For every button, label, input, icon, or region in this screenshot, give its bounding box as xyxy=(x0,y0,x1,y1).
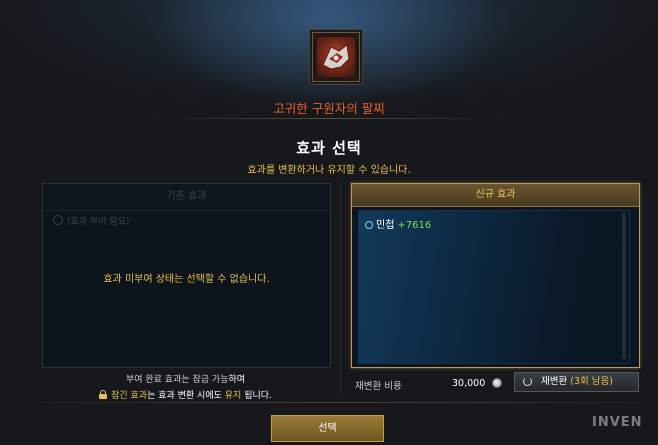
item-slot xyxy=(312,32,360,82)
list-item: 민첩 +7616 xyxy=(365,216,431,231)
current-effect-placeholder: (효과 부여 필요) xyxy=(53,214,129,227)
reroll-cost-value: 30,000 xyxy=(452,378,486,389)
new-effect-header: 신규 효과 xyxy=(352,184,639,207)
reroll-label: 재변환 xyxy=(541,376,571,387)
current-effect-header: 기존 효과 xyxy=(43,184,330,211)
effect-name: 민첩 xyxy=(376,220,395,231)
effect-value: +7616 xyxy=(397,220,432,231)
new-effect-panel[interactable]: 신규 효과 민첩 +7616 xyxy=(351,183,640,368)
keep-text: 유지 xyxy=(224,391,242,401)
reroll-cost-label: 재변환 비용 xyxy=(355,381,402,392)
silver-coin-icon xyxy=(492,378,502,388)
stat-icon xyxy=(365,221,373,229)
reroll-remaining: (3회 남음) xyxy=(570,376,613,387)
section-title: 효과 선택 xyxy=(296,139,362,157)
lock-icon xyxy=(99,390,108,399)
panel-divider xyxy=(340,183,341,393)
refresh-icon xyxy=(523,377,532,386)
lock-info-text: 부여 완료 효과는 잠금 가능 xyxy=(125,375,229,385)
new-effect-list: 민첩 +7616 xyxy=(358,210,630,364)
unselectable-message: 효과 미부여 상태는 선택할 수 없습니다. xyxy=(103,274,270,285)
lock-info-text: 됩니다. xyxy=(241,391,272,401)
lock-info-text: 는 효과 변환 시에도 xyxy=(147,391,225,401)
select-button[interactable]: 선택 xyxy=(271,415,384,442)
stat-icon xyxy=(53,215,63,225)
scrollbar[interactable] xyxy=(622,213,626,359)
title-divider xyxy=(150,118,508,119)
placeholder-text: (효과 부여 필요) xyxy=(67,217,130,227)
reroll-button[interactable]: 재변환 (3회 남음) xyxy=(514,372,639,392)
section-subtitle: 효과를 변환하거나 유지할 수 있습니다. xyxy=(247,165,411,176)
bottom-divider xyxy=(42,402,640,403)
bracelet-icon xyxy=(317,37,355,77)
lock-info-line-1: 부여 완료 효과는 잠금 가능하며 xyxy=(42,372,329,388)
lock-info: 부여 완료 효과는 잠금 가능하며 잠긴 효과는 효과 변환 시에도 유지 됩니… xyxy=(42,372,329,404)
locked-effect-text: 잠긴 효과 xyxy=(111,391,148,401)
lock-info-text: 하며 xyxy=(228,375,246,385)
reroll-button-label: 재변환 (3회 남음) xyxy=(541,373,613,391)
item-name: 고귀한 구원자의 팔찌 xyxy=(273,101,385,116)
current-effect-panel: 기존 효과 (효과 부여 필요) 효과 미부여 상태는 선택할 수 없습니다. xyxy=(42,183,331,368)
inven-watermark: INVEN xyxy=(592,415,643,430)
